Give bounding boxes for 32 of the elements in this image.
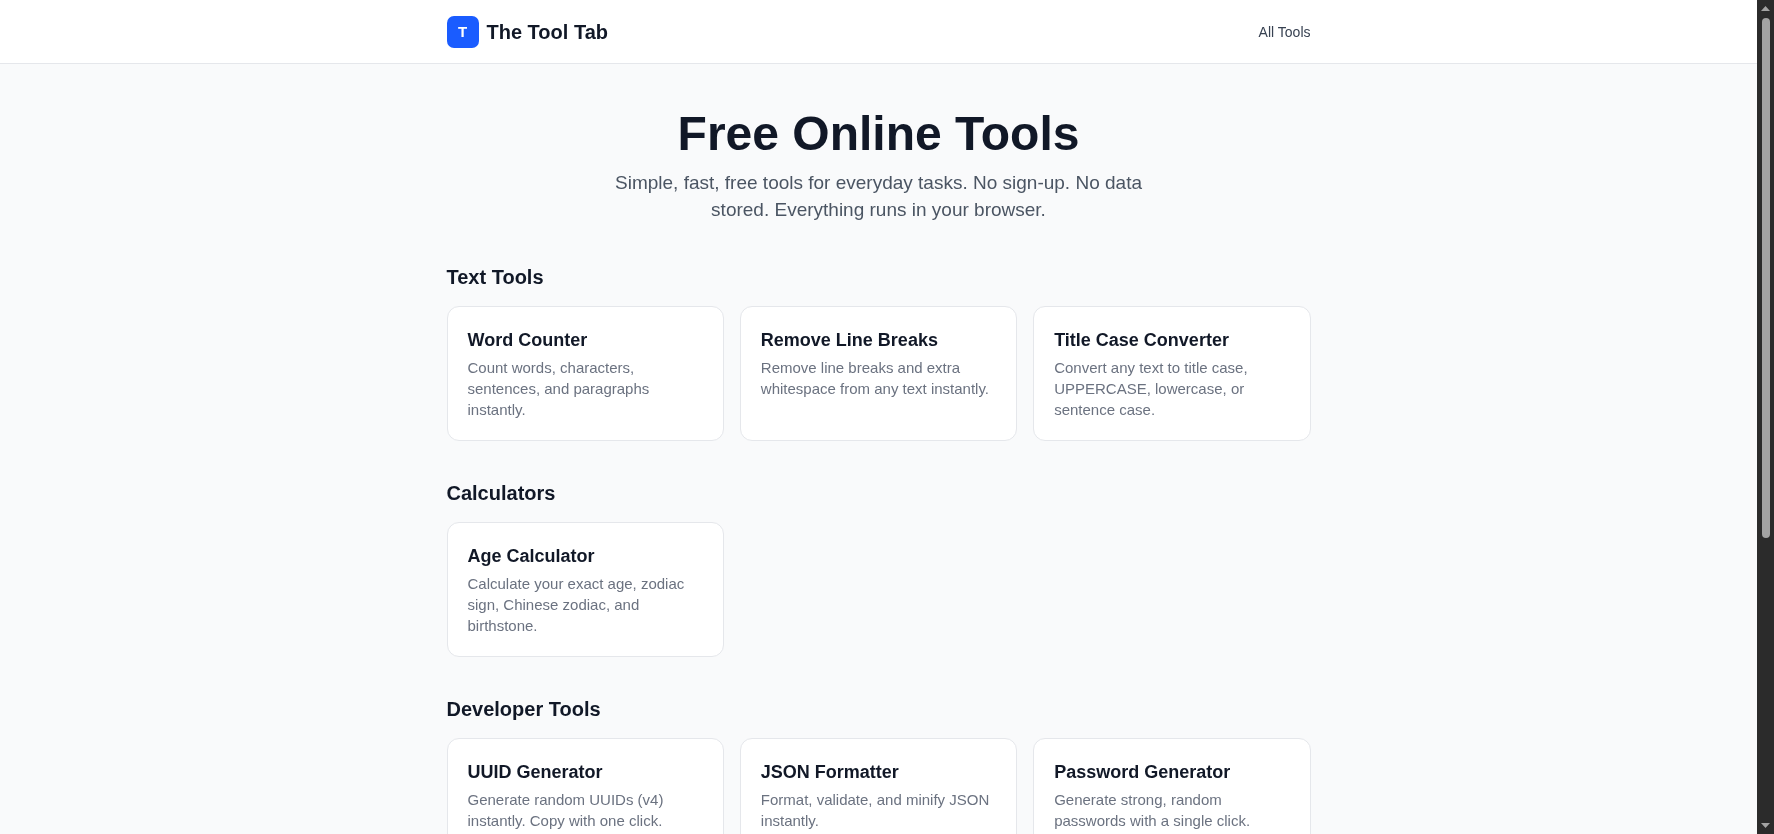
tool-card[interactable]: Password Generator Generate strong, random passwords with a single click. — [1033, 738, 1311, 834]
tool-name: Password Generator — [1054, 761, 1232, 784]
tool-card[interactable]: Remove Line Breaks Remove line breaks and extra whitespace from any text instantly. — [739, 306, 1018, 441]
scroll-down-icon[interactable] — [1761, 823, 1770, 828]
section-heading: Developer Tools — [446, 697, 602, 722]
tool-description: Count words, characters, sentences, and paragraphs instantly. — [467, 358, 651, 420]
tool-name: Title Case Converter — [1054, 329, 1230, 352]
tool-description: Convert any text to title case, UPPERCASE, lowercase, or sentence case. — [1054, 358, 1249, 420]
nav-link[interactable]: All Tools — [1258, 21, 1311, 42]
tool-card[interactable]: JSON Formatter Format, validate, and minify JSON instantly. — [739, 738, 1018, 834]
tool-description: Remove line breaks and extra whitespace from any text instantly. — [760, 358, 990, 399]
tool-description: Calculate your exact age, zodiac sign, Chinese zodiac, and birthstone. — [467, 574, 686, 636]
tool-card[interactable]: Age Calculator Calculate your exact age, zodiac sign, Chinese zodiac, and birthstone. — [446, 522, 724, 657]
page-title: Free Online Tools — [677, 106, 1080, 162]
tool-description: Format, validate, and minify JSON instantly. — [760, 790, 991, 831]
tool-name: UUID Generator — [467, 761, 604, 784]
page-subtitle: Simple, fast, free tools for everyday tasks. No sign-up. No data stored. Everything runs in your browser. — [614, 171, 1143, 222]
tool-description: Generate random UUIDs (v4) instantly. Copy with one click. — [467, 790, 665, 831]
tool-card[interactable]: Word Counter Count words, characters, sentences, and paragraphs instantly. — [446, 306, 724, 441]
tool-name: Word Counter — [467, 329, 589, 352]
section-heading: Text Tools — [446, 265, 545, 290]
logo-mark[interactable]: T — [446, 15, 479, 48]
tool-name: Remove Line Breaks — [760, 329, 939, 352]
tool-card[interactable]: Title Case Converter Convert any text to title case, UPPERCASE, lowercase, or sentence case. — [1033, 306, 1311, 441]
tool-name: JSON Formatter — [760, 761, 900, 784]
site-name[interactable]: The Tool Tab — [486, 19, 608, 44]
tool-description: Generate strong, random passwords with a single click. — [1054, 790, 1252, 831]
scroll-up-icon[interactable] — [1761, 6, 1770, 11]
scrollbar-thumb[interactable] — [1761, 18, 1770, 538]
section-heading: Calculators — [446, 481, 557, 506]
tool-card[interactable]: UUID Generator Generate random UUIDs (v4) instantly. Copy with one click. — [446, 738, 724, 834]
tool-name: Age Calculator — [467, 545, 596, 568]
